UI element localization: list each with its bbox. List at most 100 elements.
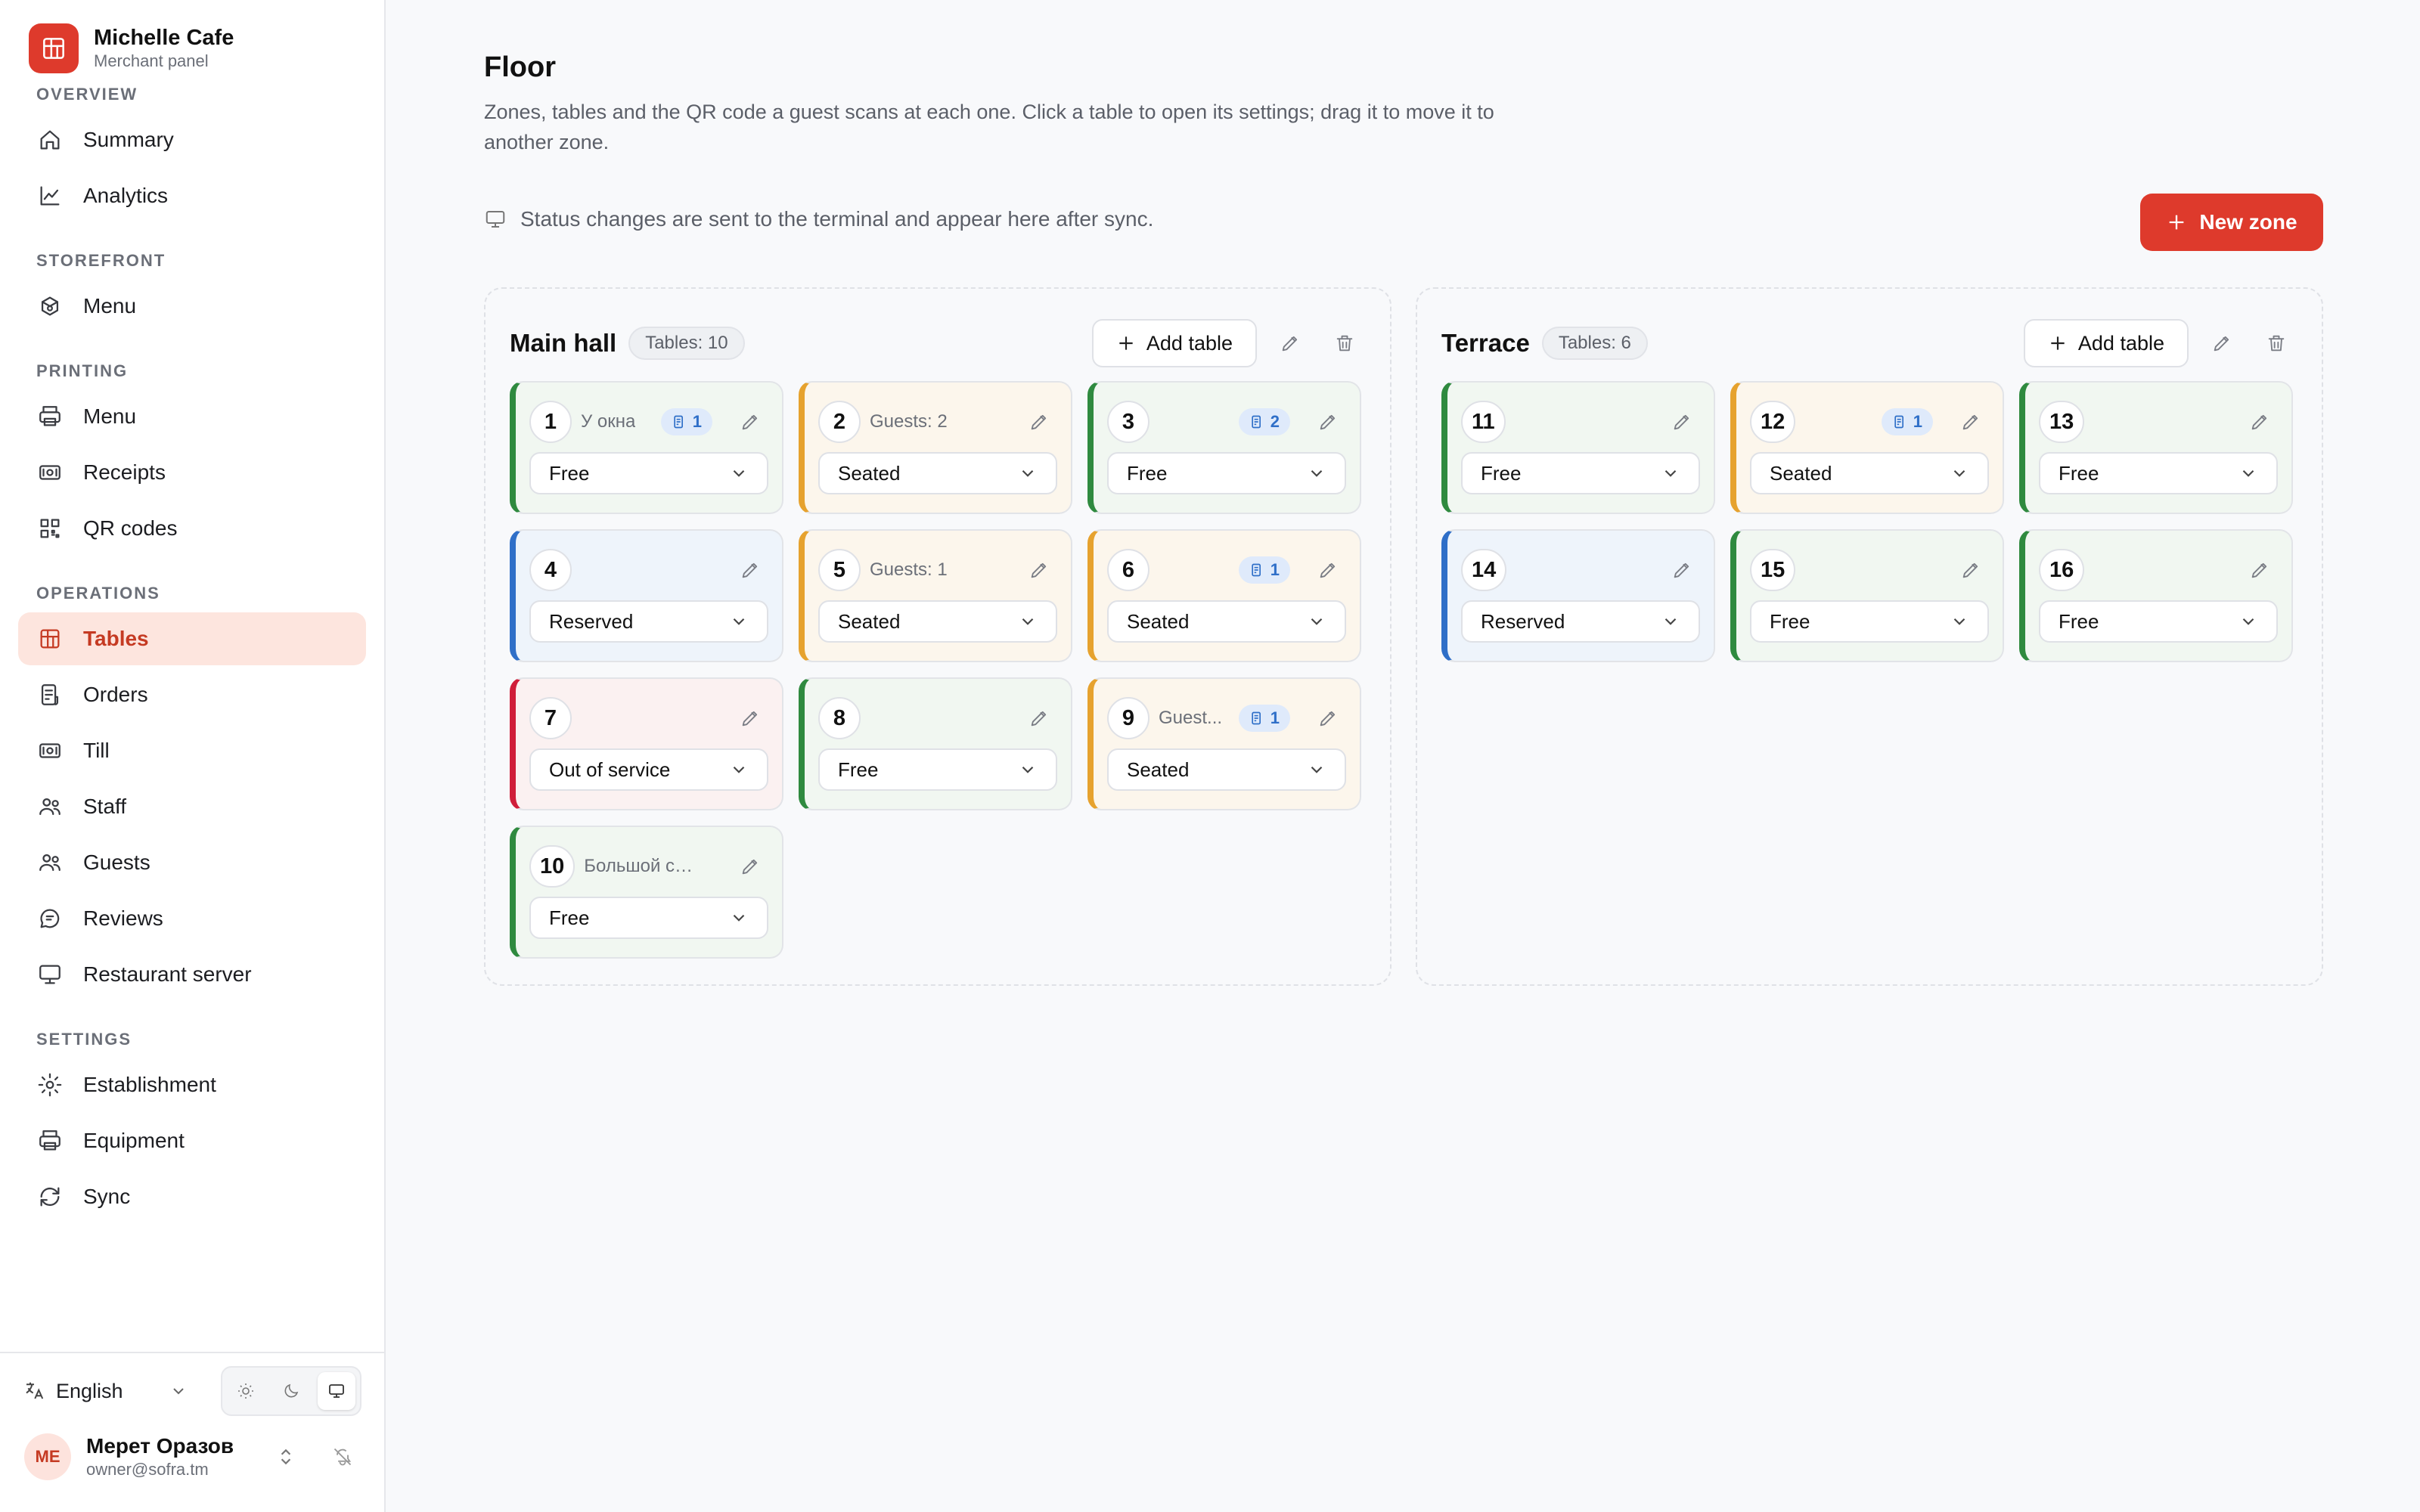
sidebar-item-establishment[interactable]: Establishment	[18, 1058, 366, 1111]
sidebar-item-till[interactable]: Till	[18, 724, 366, 777]
user-menu[interactable]: МЕ Мерет Оразов owner@sofra.tm	[0, 1415, 384, 1480]
table-status-value: Free	[2059, 461, 2099, 485]
chevron-down-icon	[1665, 469, 1677, 477]
edit-table-pencil-icon[interactable]	[1664, 404, 1700, 440]
language-select[interactable]: English	[23, 1380, 203, 1403]
add-table-button[interactable]: Add table	[1091, 319, 1257, 367]
table-label: Guest...	[1159, 708, 1223, 728]
table-card-10[interactable]: 10 Большой стол Free	[510, 826, 783, 959]
sidebar-item-sync[interactable]: Sync	[18, 1170, 366, 1223]
edit-table-pencil-icon[interactable]	[1310, 700, 1346, 736]
add-table-button[interactable]: Add table	[2023, 319, 2189, 367]
table-status-select[interactable]: Free	[2039, 600, 2278, 643]
table-status-select[interactable]: Out of service	[529, 748, 768, 791]
edit-table-pencil-icon[interactable]	[1664, 552, 1700, 588]
sidebar-item-equipment[interactable]: Equipment	[18, 1114, 366, 1167]
table-status-select[interactable]: Free	[1750, 600, 1989, 643]
table-status-select[interactable]: Reserved	[1461, 600, 1700, 643]
chevron-down-icon	[2242, 469, 2254, 477]
sidebar-item-qr-codes[interactable]: QR codes	[18, 502, 366, 555]
edit-table-pencil-icon[interactable]	[732, 404, 768, 440]
edit-table-pencil-icon[interactable]	[1021, 700, 1057, 736]
edit-table-pencil-icon[interactable]	[2242, 404, 2278, 440]
table-status-select[interactable]: Seated	[1750, 452, 1989, 494]
sidebar-item-reviews[interactable]: Reviews	[18, 892, 366, 945]
table-status-select[interactable]: Free	[818, 748, 1057, 791]
sidebar-item-tables[interactable]: Tables	[18, 612, 366, 665]
table-status-select[interactable]: Seated	[1107, 748, 1346, 791]
table-card-15[interactable]: 15 Free	[1730, 529, 2004, 662]
table-status-select[interactable]: Free	[2039, 452, 2278, 494]
table-status-value: Free	[1481, 461, 1522, 485]
table-card-6[interactable]: 6 1 Seated	[1087, 529, 1361, 662]
sidebar-item-label: Menu	[83, 404, 137, 428]
chevron-down-icon	[733, 766, 745, 773]
table-card-13[interactable]: 13 Free	[2019, 381, 2293, 514]
edit-table-pencil-icon[interactable]	[732, 700, 768, 736]
sidebar-item-summary[interactable]: Summary	[18, 113, 366, 166]
chat-icon	[36, 905, 64, 932]
table-status-select[interactable]: Free	[1107, 452, 1346, 494]
table-card-14[interactable]: 14 Reserved	[1441, 529, 1715, 662]
table-card-3[interactable]: 3 2 Free	[1087, 381, 1361, 514]
qr-scan-icon	[1894, 415, 1903, 429]
edit-table-pencil-icon[interactable]	[1310, 404, 1346, 440]
edit-table-pencil-icon[interactable]	[732, 848, 768, 885]
sidebar-item-orders[interactable]: Orders	[18, 668, 366, 721]
table-status-select[interactable]: Free	[1461, 452, 1700, 494]
edit-table-pencil-icon[interactable]	[732, 552, 768, 588]
delete-zone-trash-icon[interactable]	[2255, 322, 2297, 364]
grid-icon	[36, 625, 64, 652]
table-number: 5	[818, 549, 861, 591]
edit-zone-pencil-icon[interactable]	[2201, 322, 2243, 364]
brand-name: Michelle Cafe	[94, 26, 234, 50]
table-card-8[interactable]: 8 Free	[799, 677, 1072, 810]
table-card-11[interactable]: 11 Free	[1441, 381, 1715, 514]
sidebar-item-menu[interactable]: Menu	[18, 390, 366, 443]
theme-dark-button[interactable]	[272, 1372, 310, 1410]
sidebar-item-menu[interactable]: Menu	[18, 280, 366, 333]
delete-zone-trash-icon[interactable]	[1323, 322, 1366, 364]
table-status-select[interactable]: Seated	[818, 600, 1057, 643]
table-card-16[interactable]: 16 Free	[2019, 529, 2293, 662]
table-card-12[interactable]: 12 1 Seated	[1730, 381, 2004, 514]
chevron-down-icon	[1311, 469, 1323, 477]
edit-table-pencil-icon[interactable]	[1953, 404, 1989, 440]
zone-table-count: Tables: 6	[1541, 327, 1648, 360]
brand[interactable]: Michelle Cafe Merchant panel	[0, 0, 384, 74]
qr-scan-icon	[674, 415, 683, 429]
chevron-down-icon	[173, 1388, 184, 1395]
table-card-7[interactable]: 7 Out of service	[510, 677, 783, 810]
theme-system-button[interactable]	[318, 1372, 355, 1410]
table-status-select[interactable]: Seated	[818, 452, 1057, 494]
table-card-4[interactable]: 4 Reserved	[510, 529, 783, 662]
sidebar-item-staff[interactable]: Staff	[18, 780, 366, 833]
new-zone-button[interactable]: New zone	[2140, 194, 2323, 251]
table-status-select[interactable]: Free	[529, 452, 768, 494]
sidebar-item-restaurant-server[interactable]: Restaurant server	[18, 948, 366, 1001]
chevron-down-icon	[1953, 618, 1965, 625]
edit-table-pencil-icon[interactable]	[1021, 552, 1057, 588]
table-status-select[interactable]: Reserved	[529, 600, 768, 643]
table-status-value: Seated	[1127, 609, 1190, 633]
table-status-select[interactable]: Free	[529, 897, 768, 939]
edit-table-pencil-icon[interactable]	[2242, 552, 2278, 588]
theme-light-button[interactable]	[227, 1372, 265, 1410]
sidebar-item-receipts[interactable]: Receipts	[18, 446, 366, 499]
bell-off-icon[interactable]	[332, 1446, 353, 1467]
table-card-5[interactable]: 5 Guests: 1 Seated	[799, 529, 1072, 662]
qr-count-badge: 2	[1238, 408, 1290, 435]
table-status-select[interactable]: Seated	[1107, 600, 1346, 643]
edit-table-pencil-icon[interactable]	[1310, 552, 1346, 588]
brand-logo-icon	[29, 23, 79, 73]
table-card-2[interactable]: 2 Guests: 2 Seated	[799, 381, 1072, 514]
edit-table-pencil-icon[interactable]	[1953, 552, 1989, 588]
table-status-value: Free	[1127, 461, 1168, 485]
sidebar-nav: OVERVIEW Summary Analytics STOREFRONT Me…	[0, 83, 384, 1226]
sidebar-item-guests[interactable]: Guests	[18, 836, 366, 889]
table-card-1[interactable]: 1 У окна 1 Free	[510, 381, 783, 514]
sidebar-item-analytics[interactable]: Analytics	[18, 169, 366, 222]
table-card-9[interactable]: 9 Guest... 1 Seated	[1087, 677, 1361, 810]
edit-zone-pencil-icon[interactable]	[1269, 322, 1311, 364]
edit-table-pencil-icon[interactable]	[1021, 404, 1057, 440]
